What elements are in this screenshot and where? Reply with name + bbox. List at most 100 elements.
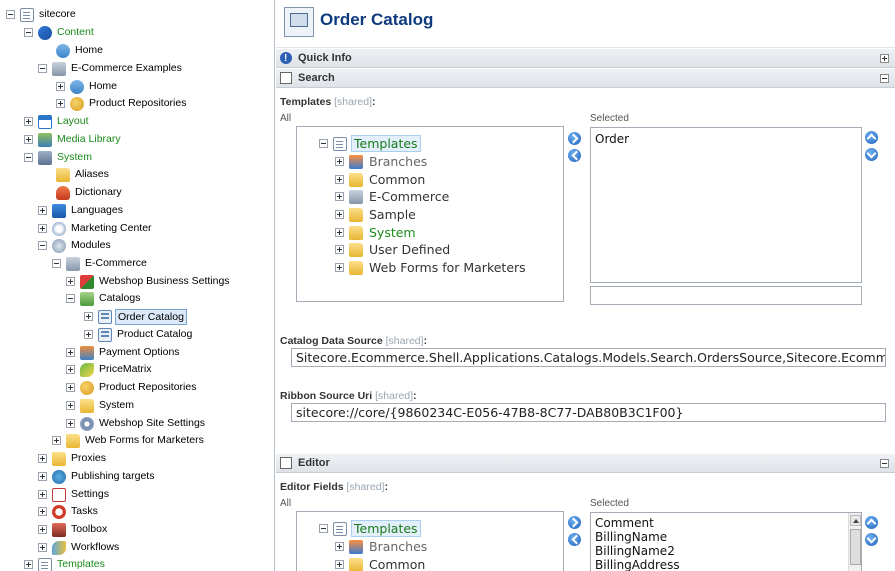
template-tree-item-system[interactable]: System — [335, 224, 418, 241]
expand-toggle[interactable] — [335, 245, 344, 254]
selected-filter-input[interactable] — [590, 286, 862, 305]
scroll-thumb[interactable] — [850, 529, 861, 565]
tree-item-proxies[interactable]: Proxies — [38, 450, 108, 467]
templates-selected-list[interactable]: Order — [590, 127, 862, 283]
expand-toggle[interactable] — [335, 192, 344, 201]
expand-toggle[interactable] — [38, 525, 47, 534]
tree-item-pricematrix[interactable]: PriceMatrix — [66, 361, 154, 378]
move-down-arrow-icon[interactable] — [865, 533, 878, 546]
expand-toggle[interactable] — [84, 330, 93, 339]
move-down-arrow-icon[interactable] — [865, 148, 878, 161]
quick-info-section-header[interactable]: Quick Info — [276, 48, 895, 68]
tree-item-content[interactable]: Content — [24, 24, 96, 41]
expand-toggle[interactable] — [56, 82, 65, 91]
template-tree-item-web-forms[interactable]: Web Forms for Marketers — [335, 259, 528, 276]
expand-toggle[interactable] — [38, 224, 47, 233]
collapse-toggle[interactable] — [24, 28, 33, 37]
selected-list-item[interactable]: Comment — [595, 516, 654, 530]
expand-toggle[interactable] — [38, 454, 47, 463]
ribbon-source-uri-input[interactable]: sitecore://core/{9860234C-E056-47B8-8C77… — [291, 403, 886, 422]
tree-item-modules[interactable]: Modules — [38, 237, 113, 254]
tree-item-product-repositories[interactable]: Product Repositories — [56, 95, 188, 112]
expand-toggle[interactable] — [38, 507, 47, 516]
tree-item-web-forms-for-marketers[interactable]: Web Forms for Marketers — [52, 432, 206, 449]
expand-toggle[interactable] — [52, 436, 61, 445]
scroll-up-icon[interactable] — [850, 515, 861, 526]
tree-item-product-catalog[interactable]: Product Catalog — [84, 326, 194, 343]
tree-item-product-repositories-2[interactable]: Product Repositories — [66, 379, 198, 396]
collapse-toggle[interactable] — [319, 139, 328, 148]
expand-toggle[interactable] — [38, 543, 47, 552]
selected-list-scrollbar[interactable] — [848, 513, 861, 571]
expand-toggle[interactable] — [66, 277, 75, 286]
tree-item-layout[interactable]: Layout — [24, 113, 91, 130]
tree-item-catalogs[interactable]: Catalogs — [66, 290, 142, 307]
tree-item-home[interactable]: Home — [42, 42, 105, 59]
templates-all-tree[interactable]: Templates Branches Common E-Commerce Sam… — [296, 126, 564, 302]
expand-toggle[interactable] — [66, 383, 75, 392]
template-tree-item-sample[interactable]: Sample — [335, 206, 418, 223]
expand-toggle[interactable] — [24, 117, 33, 126]
selected-list-item[interactable]: BillingName2 — [595, 544, 675, 558]
selected-list-item[interactable]: BillingName — [595, 530, 667, 544]
field-tree-item-templates[interactable]: Templates — [319, 520, 421, 537]
expand-toggle[interactable] — [38, 490, 47, 499]
tree-item-payment-options[interactable]: Payment Options — [66, 344, 182, 361]
expand-toggle[interactable] — [38, 472, 47, 481]
template-tree-item-branches[interactable]: Branches — [335, 153, 429, 170]
field-tree-item-common[interactable]: Common — [335, 556, 427, 571]
tree-item-aliases[interactable]: Aliases — [42, 166, 111, 183]
collapse-toggle[interactable] — [66, 294, 75, 303]
tree-item-marketing-center[interactable]: Marketing Center — [38, 220, 154, 237]
field-tree-item-branches[interactable]: Branches — [335, 538, 429, 555]
tree-item-ecommerce[interactable]: E-Commerce — [52, 255, 149, 272]
template-tree-item-templates[interactable]: Templates — [319, 135, 421, 152]
expand-toggle[interactable] — [335, 157, 344, 166]
selected-list-item[interactable]: BillingAddress — [595, 558, 680, 571]
tree-item-tasks[interactable]: Tasks — [38, 503, 100, 520]
tree-item-media-library[interactable]: Media Library — [24, 131, 123, 148]
tree-item-toolbox[interactable]: Toolbox — [38, 521, 109, 538]
expand-toggle[interactable] — [24, 560, 33, 569]
tree-item-webshop-site-settings[interactable]: Webshop Site Settings — [66, 415, 207, 432]
selected-list-item[interactable]: Order — [595, 132, 629, 146]
expand-toggle[interactable] — [56, 99, 65, 108]
tree-item-templates[interactable]: Templates — [24, 556, 107, 571]
expand-toggle[interactable] — [335, 228, 344, 237]
expand-toggle[interactable] — [38, 206, 47, 215]
collapse-toggle[interactable] — [38, 64, 47, 73]
tree-item-publishing-targets[interactable]: Publishing targets — [38, 468, 156, 485]
catalog-data-source-input[interactable]: Sitecore.Ecommerce.Shell.Applications.Ca… — [291, 348, 886, 367]
tree-item-settings[interactable]: Settings — [38, 486, 111, 503]
tree-item-ecommerce-examples[interactable]: E-Commerce Examples — [38, 60, 184, 77]
collapse-toggle[interactable] — [24, 153, 33, 162]
expand-toggle[interactable] — [335, 210, 344, 219]
editor-fields-all-tree[interactable]: Templates Branches Common — [296, 511, 564, 571]
collapse-icon[interactable] — [880, 74, 889, 83]
tree-item-home-2[interactable]: Home — [56, 78, 119, 95]
remove-left-arrow-icon[interactable] — [568, 533, 581, 546]
expand-toggle[interactable] — [335, 542, 344, 551]
expand-toggle[interactable] — [335, 263, 344, 272]
expand-icon[interactable] — [880, 54, 889, 63]
editor-section-header[interactable]: Editor — [276, 453, 895, 473]
move-up-arrow-icon[interactable] — [865, 131, 878, 144]
tree-item-sitecore[interactable]: sitecore — [6, 6, 78, 23]
template-tree-item-user-defined[interactable]: User Defined — [335, 241, 452, 258]
tree-item-order-catalog[interactable]: Order Catalog — [84, 308, 187, 325]
add-right-arrow-icon[interactable] — [568, 516, 581, 529]
expand-toggle[interactable] — [66, 348, 75, 357]
expand-toggle[interactable] — [335, 175, 344, 184]
tree-item-system[interactable]: System — [24, 149, 94, 166]
collapse-toggle[interactable] — [38, 241, 47, 250]
collapse-toggle[interactable] — [319, 524, 328, 533]
expand-toggle[interactable] — [84, 312, 93, 321]
search-section-header[interactable]: Search — [276, 68, 895, 88]
collapse-icon[interactable] — [880, 459, 889, 468]
tree-item-workflows[interactable]: Workflows — [38, 539, 121, 556]
add-right-arrow-icon[interactable] — [568, 132, 581, 145]
tree-item-dictionary[interactable]: Dictionary — [42, 184, 124, 201]
template-tree-item-common[interactable]: Common — [335, 171, 427, 188]
tree-item-languages[interactable]: Languages — [38, 202, 125, 219]
collapse-toggle[interactable] — [52, 259, 61, 268]
